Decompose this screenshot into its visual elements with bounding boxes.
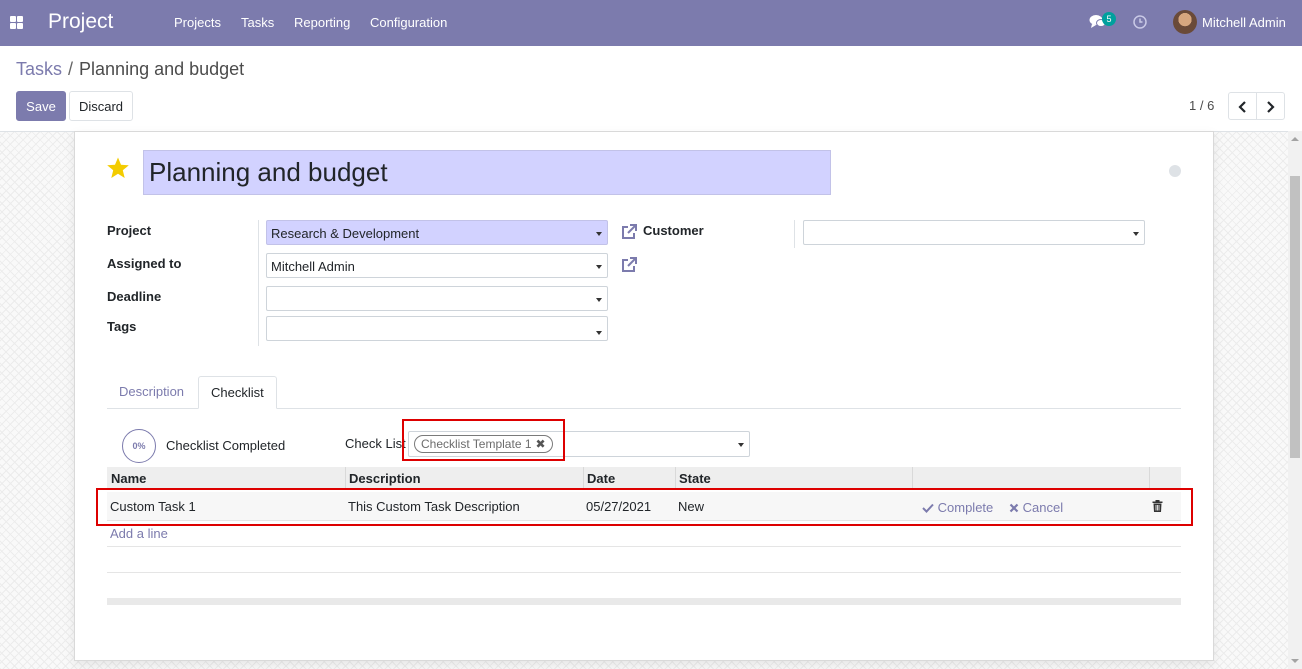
customer-select[interactable] [803, 220, 1145, 245]
scroll-down-arrow-icon[interactable] [1291, 659, 1299, 663]
chevron-down-icon [738, 443, 744, 447]
user-avatar[interactable] [1173, 10, 1197, 34]
chevron-left-icon [1238, 101, 1246, 113]
app-brand[interactable]: Project [48, 10, 113, 34]
messages-count-badge: 5 [1102, 12, 1116, 26]
project-value: Research & Development [271, 226, 420, 241]
chevron-down-icon [596, 265, 602, 269]
add-a-line-link[interactable]: Add a line [110, 526, 168, 541]
scroll-up-arrow-icon[interactable] [1291, 137, 1299, 141]
external-link-icon[interactable] [620, 223, 638, 241]
tags-label: Tags [107, 319, 137, 334]
discard-button[interactable]: Discard [69, 91, 133, 121]
menu-projects[interactable]: Projects [174, 15, 221, 30]
tags-select[interactable] [266, 316, 608, 341]
project-label: Project [107, 223, 152, 238]
breadcrumb-current: Planning and budget [79, 59, 245, 79]
column-separator [345, 467, 346, 489]
column-header-name[interactable]: Name [111, 471, 146, 486]
table-empty-row-line [107, 546, 1181, 547]
breadcrumb: Tasks / Planning and budget [16, 59, 244, 80]
column-separator [583, 467, 584, 489]
checklist-completed-label: Checklist Completed [166, 438, 286, 453]
scrollbar-thumb[interactable] [1290, 176, 1300, 458]
menu-tasks[interactable]: Tasks [241, 15, 274, 30]
chevron-down-icon [596, 331, 602, 335]
highlight-box-row [96, 488, 1193, 526]
checklist-table-header [107, 467, 1181, 489]
task-title-input[interactable]: Planning and budget [143, 150, 831, 195]
breadcrumb-tasks-link[interactable]: Tasks [16, 59, 62, 79]
table-empty-row-line [107, 572, 1181, 573]
assigned-to-select[interactable]: Mitchell Admin [266, 253, 608, 278]
chevron-down-icon [596, 232, 602, 236]
external-link-icon[interactable] [620, 256, 638, 274]
activity-clock-icon[interactable] [1133, 15, 1147, 29]
menu-reporting[interactable]: Reporting [294, 15, 350, 30]
field-separator [794, 220, 795, 248]
assigned-to-value: Mitchell Admin [271, 259, 355, 274]
pager-next-button[interactable] [1256, 92, 1285, 120]
user-name[interactable]: Mitchell Admin [1202, 15, 1286, 30]
assigned-to-label: Assigned to [107, 256, 182, 271]
field-separator [258, 220, 259, 346]
chevron-down-icon [596, 298, 602, 302]
save-button[interactable]: Save [16, 91, 66, 121]
chevron-down-icon [1133, 232, 1139, 236]
column-header-date[interactable]: Date [587, 471, 615, 486]
table-footer [107, 598, 1181, 605]
tab-description[interactable]: Description [107, 376, 196, 409]
column-separator [675, 467, 676, 489]
highlight-box-template [402, 419, 565, 461]
pager-value[interactable]: 1 / 6 [1189, 98, 1214, 113]
checklist-progress-circle: 0% [122, 429, 156, 463]
top-navbar: Project Projects Tasks Reporting Configu… [0, 0, 1302, 46]
project-select[interactable]: Research & Development [266, 220, 608, 245]
column-separator [912, 467, 913, 489]
menu-configuration[interactable]: Configuration [370, 15, 447, 30]
kanban-state-dot[interactable] [1169, 165, 1181, 177]
apps-menu-icon[interactable] [10, 16, 23, 29]
tab-checklist[interactable]: Checklist [198, 376, 277, 409]
deadline-input[interactable] [266, 286, 608, 311]
customer-label: Customer [643, 223, 704, 238]
breadcrumb-separator: / [68, 59, 74, 79]
chevron-right-icon [1267, 101, 1275, 113]
deadline-label: Deadline [107, 289, 162, 304]
column-header-state[interactable]: State [679, 471, 711, 486]
column-separator [1149, 467, 1150, 489]
pager-previous-button[interactable] [1228, 92, 1257, 120]
column-header-description[interactable]: Description [349, 471, 421, 486]
check-list-label: Check List [345, 436, 406, 451]
priority-star-icon[interactable] [106, 156, 130, 180]
